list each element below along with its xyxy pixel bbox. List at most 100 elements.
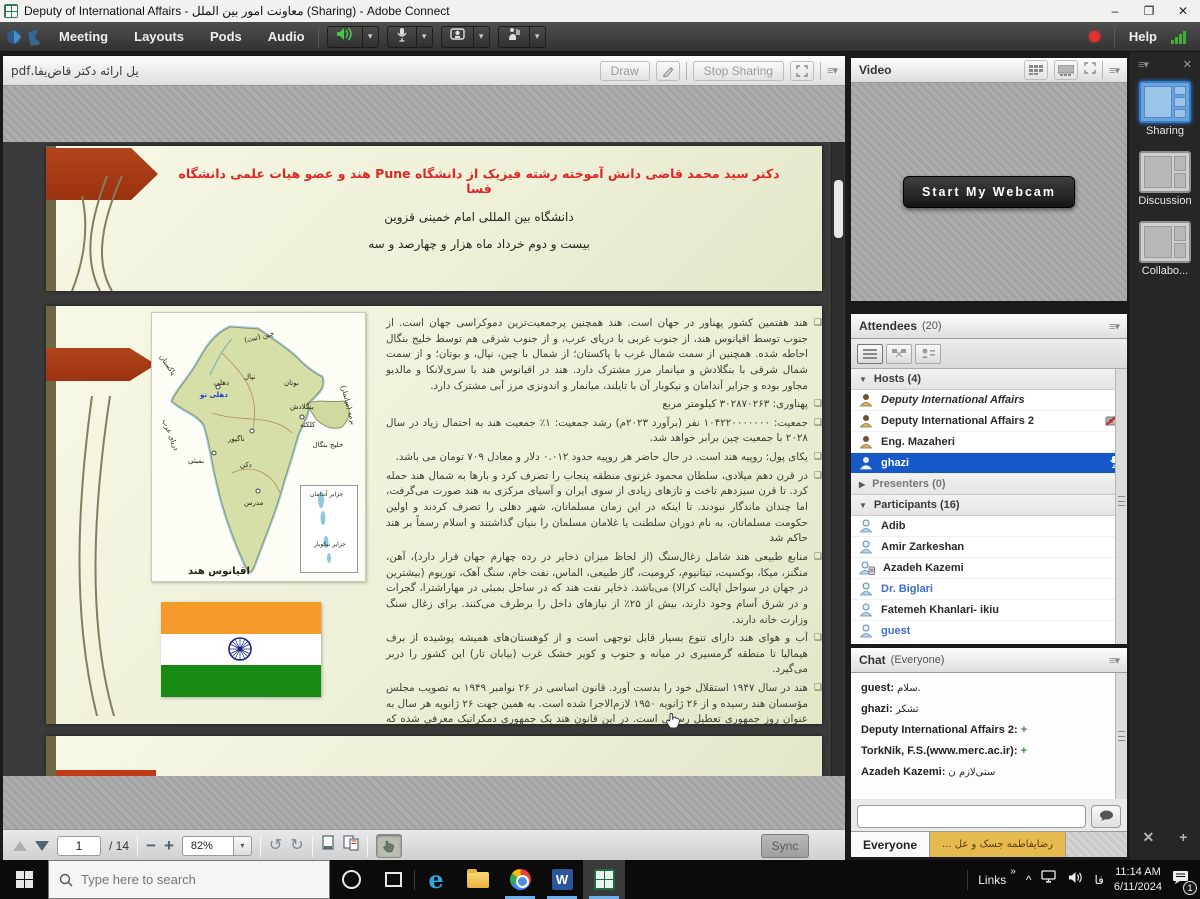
attendee-row-host-2[interactable]: Deputy International Affairs 2 <box>851 411 1127 432</box>
fullscreen-icon[interactable] <box>790 61 814 81</box>
taskbar-chrome-button[interactable] <box>499 860 541 899</box>
chat-tab-private[interactable]: رضایفاطمه جسک و عل ... <box>930 832 1066 857</box>
taskbar-edge-button[interactable]: e <box>415 860 457 899</box>
layouts-close-icon[interactable]: ✕ <box>1183 58 1192 71</box>
single-page-view-button[interactable] <box>321 835 335 856</box>
links-overflow-icon[interactable]: » <box>1010 860 1016 877</box>
taskbar-clock[interactable]: 11:14 AM 6/11/2024 <box>1114 865 1162 894</box>
participant-icon <box>859 582 873 596</box>
attendee-row-participant-1[interactable]: Adib <box>851 516 1127 537</box>
sync-button[interactable]: Sync <box>761 834 809 858</box>
restore-button[interactable]: ❐ <box>1132 0 1166 22</box>
task-view-button[interactable] <box>372 860 414 899</box>
send-chat-icon[interactable] <box>1091 805 1121 828</box>
chat-tab-everyone[interactable]: Everyone <box>851 832 930 857</box>
taskbar-word-button[interactable]: W <box>541 860 583 899</box>
video-fullscreen-icon[interactable] <box>1084 61 1096 79</box>
attendee-row-participant-5[interactable]: Fatemeh Khanlari- ikiu <box>851 600 1127 621</box>
slide2-decorative-curves <box>52 396 162 716</box>
rotate-left-button[interactable]: ↺ <box>269 838 282 854</box>
zoom-control: 82% ▾ <box>182 836 252 856</box>
chat-scrollbar[interactable] <box>1115 673 1127 799</box>
language-indicator[interactable]: فا <box>1094 873 1103 887</box>
layouts-add-icon[interactable]: + <box>1179 829 1187 846</box>
menu-audio[interactable]: Audio <box>255 22 318 52</box>
tray-expand-icon[interactable]: ^ <box>1026 873 1032 887</box>
attendee-row-participant-4[interactable]: Dr. Biglari <box>851 579 1127 600</box>
layout-thumbnail-discussion[interactable] <box>1139 151 1191 193</box>
attendee-row-host-1[interactable]: Deputy International Affairs <box>851 390 1127 411</box>
raise-hand-dropdown[interactable]: ▾ <box>530 26 546 48</box>
layouts-menu-icon[interactable]: ≡▾ <box>1138 58 1148 71</box>
volume-icon[interactable] <box>1068 871 1084 889</box>
previous-page-button[interactable] <box>13 841 27 851</box>
links-toolbar[interactable]: Links <box>978 873 1006 887</box>
chat-message-input[interactable] <box>857 805 1086 828</box>
attendees-pod-menu-icon[interactable]: ≡▾ <box>1109 320 1119 333</box>
menu-meeting[interactable]: Meeting <box>46 22 121 52</box>
taskbar-connect-button[interactable] <box>583 860 625 899</box>
video-pod-menu-icon[interactable]: ≡▾ <box>1109 64 1119 77</box>
zoom-out-button[interactable]: − <box>146 837 156 854</box>
menu-pods[interactable]: Pods <box>197 22 255 52</box>
layout-label-discussion: Discussion <box>1130 195 1200 207</box>
page-number-input[interactable] <box>57 836 101 856</box>
cortana-button[interactable] <box>330 860 372 899</box>
zoom-level-value[interactable]: 82% <box>182 836 234 856</box>
start-webcam-button[interactable]: Start My Webcam <box>903 176 1075 208</box>
pointer-tool-button[interactable] <box>656 61 680 81</box>
attendee-row-host-3[interactable]: Eng. Mazaheri <box>851 432 1127 453</box>
attendee-row-participant-6[interactable]: guest <box>851 621 1127 642</box>
connection-signal-icon[interactable] <box>1171 30 1186 44</box>
layout-thumbnail-sharing[interactable] <box>1139 81 1191 123</box>
minimize-button[interactable]: – <box>1098 0 1132 22</box>
hosts-section-header[interactable]: ▼Hosts (4) <box>851 369 1127 390</box>
webcam-dropdown[interactable]: ▾ <box>474 26 490 48</box>
microphone-dropdown[interactable]: ▾ <box>417 26 433 48</box>
attendees-scrollbar[interactable] <box>1115 369 1127 644</box>
chat-pod-menu-icon[interactable]: ≡▾ <box>1109 654 1119 667</box>
presenters-section-header[interactable]: ▶Presenters (0) <box>851 474 1127 495</box>
draw-button[interactable]: Draw <box>600 61 650 81</box>
close-button[interactable]: ✕ <box>1166 0 1200 22</box>
rotate-right-button[interactable]: ↻ <box>290 838 303 854</box>
zoom-dropdown[interactable]: ▾ <box>234 836 252 856</box>
search-input[interactable] <box>81 872 281 887</box>
document-scrollbar-thumb[interactable] <box>834 180 843 238</box>
help-menu[interactable]: Help <box>1129 29 1157 44</box>
attendee-status-view-button[interactable] <box>915 344 941 364</box>
pod-menu-icon[interactable]: ≡▾ <box>827 64 837 77</box>
network-icon[interactable] <box>1041 870 1058 889</box>
attendee-row-participant-2[interactable]: Amir Zarkeshan <box>851 537 1127 558</box>
start-button[interactable] <box>0 860 48 899</box>
speaker-dropdown[interactable]: ▾ <box>363 26 379 48</box>
raise-hand-button[interactable] <box>498 26 530 48</box>
participants-section-header[interactable]: ▼Participants (16) <box>851 495 1127 516</box>
speaker-button[interactable] <box>327 26 363 48</box>
slide2-bullet-1: هند هفتمین کشور پهناور در جهان است. هند … <box>386 316 808 394</box>
document-viewport[interactable]: دکتر سید محمد قاضی دانش آموخته رشته فیزی… <box>3 142 845 776</box>
webcam-icon <box>450 27 465 46</box>
taskbar-explorer-button[interactable] <box>457 860 499 899</box>
microphone-button[interactable] <box>387 26 417 48</box>
attendee-row-host-4-selected[interactable]: ghazi <box>851 453 1127 474</box>
filmstrip-view-icon[interactable] <box>1054 60 1078 80</box>
attendee-list-view-button[interactable] <box>857 344 883 364</box>
next-page-button[interactable] <box>35 841 49 851</box>
taskbar-search[interactable] <box>48 860 330 899</box>
slide2-bullet-3: جمعیت: ۱۰۴۲۲۰۰۰۰۰۰۰ نفر (برآورد ۲۰۲۳م) ر… <box>386 416 808 447</box>
attendee-row-participant-3[interactable]: Azadeh Kazemi <box>851 558 1127 579</box>
attendee-breakout-view-button[interactable] <box>886 344 912 364</box>
webcam-button[interactable] <box>441 26 474 48</box>
layouts-delete-icon[interactable]: ✕ <box>1143 829 1155 846</box>
grid-view-icon[interactable] <box>1024 60 1048 80</box>
two-page-view-button[interactable] <box>343 835 359 856</box>
pan-tool-button[interactable] <box>376 834 402 858</box>
stop-sharing-button[interactable]: Stop Sharing <box>693 61 784 81</box>
zoom-in-button[interactable]: + <box>164 837 174 854</box>
document-scrollbar[interactable] <box>831 142 844 776</box>
action-center-button[interactable]: 1 <box>1172 870 1190 890</box>
layout-thumbnail-collaboration[interactable] <box>1139 221 1191 263</box>
map-label-bay-of-bengal: خلیج بنگال <box>308 441 348 450</box>
menu-layouts[interactable]: Layouts <box>121 22 197 52</box>
